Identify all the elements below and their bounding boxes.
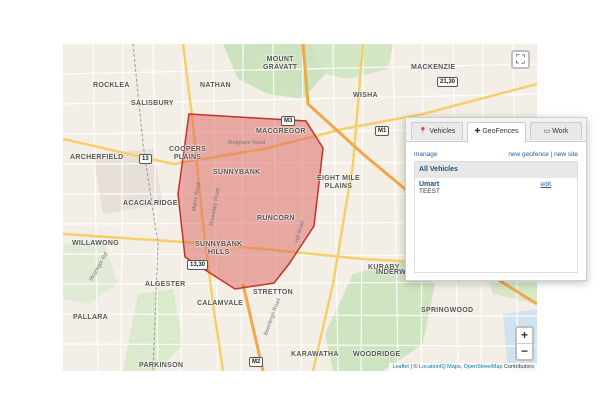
zoom-out-button[interactable]: − bbox=[517, 343, 532, 359]
fullscreen-button[interactable]: ⛶ bbox=[511, 50, 530, 69]
vehicle-list: All Vehicles Umart TEEST edit bbox=[414, 161, 578, 273]
label-rocklea: ROCKLEA bbox=[93, 82, 130, 89]
leaflet-link[interactable]: Leaflet bbox=[392, 364, 409, 370]
label-coopers-plains: COOPERS PLAINS bbox=[169, 146, 207, 161]
shield-m2: M2 bbox=[249, 357, 264, 367]
label-nathan: NATHAN bbox=[200, 82, 231, 89]
panel-tabs: 📍 Vehicles ✚ GeoFences ▭ Work bbox=[406, 118, 586, 142]
label-eight-mile-plains: EIGHT MILE PLAINS bbox=[317, 175, 361, 190]
label-mackenzie: MACKENZIE bbox=[411, 64, 456, 71]
move-icon: ✚ bbox=[474, 128, 481, 135]
label-stretton: STRETTON bbox=[253, 289, 293, 296]
fullscreen-icon: ⛶ bbox=[516, 52, 525, 66]
manage-link[interactable]: manage bbox=[414, 151, 438, 158]
shield-m3: M3 bbox=[281, 116, 296, 126]
label-acacia-ridge: ACACIA RIDGE bbox=[123, 200, 178, 207]
label-willawong: WILLAWONG bbox=[72, 240, 120, 247]
new-site-link[interactable]: new site bbox=[554, 151, 578, 158]
label-springwood: SPRINGWOOD bbox=[421, 307, 474, 314]
tab-vehicles[interactable]: 📍 Vehicles bbox=[411, 122, 463, 140]
locationiq-link[interactable]: LocationIQ Maps bbox=[419, 364, 461, 370]
tab-geofences[interactable]: ✚ GeoFences bbox=[467, 122, 526, 142]
tab-vehicles-label: Vehicles bbox=[429, 128, 456, 135]
edit-link[interactable]: edit bbox=[541, 181, 551, 188]
label-pallara: PALLARA bbox=[73, 314, 109, 321]
label-archerfield: ARCHERFIELD bbox=[70, 154, 124, 161]
shield-m1: M1 bbox=[375, 126, 390, 136]
map-pin-icon: 📍 bbox=[418, 128, 428, 135]
geofence-panel: 📍 Vehicles ✚ GeoFences ▭ Work manage new ge… bbox=[405, 117, 587, 281]
shield-13-30: 13,30 bbox=[187, 260, 209, 270]
label-macgregor: MACGREGOR bbox=[256, 128, 306, 135]
osm-link[interactable]: OpenStreetMap bbox=[464, 364, 503, 370]
label-algester: ALGESTER bbox=[145, 281, 186, 288]
list-item[interactable]: Umart TEEST edit bbox=[415, 178, 577, 198]
zoom-control: + − bbox=[515, 326, 534, 361]
label-woodridge: WOODRIDGE bbox=[353, 351, 401, 358]
label-salisbury: SALISBURY bbox=[131, 100, 174, 107]
attrib-sep: | © bbox=[408, 364, 420, 370]
label-calamvale: CALAMVALE bbox=[197, 300, 244, 307]
attrib-contributors: Contributors bbox=[502, 364, 534, 370]
monitor-icon: ▭ bbox=[543, 128, 551, 135]
road-label-mulgrave: Mulgrave Road bbox=[228, 140, 266, 146]
link-separator: | bbox=[550, 151, 553, 158]
list-header[interactable]: All Vehicles bbox=[415, 162, 577, 178]
label-karawatha: KARAWATHA bbox=[291, 351, 339, 358]
tab-geofences-label: GeoFences bbox=[482, 128, 519, 135]
tab-work-label: Work bbox=[552, 128, 569, 135]
label-runcorn: RUNCORN bbox=[257, 215, 295, 222]
label-parkinson: PARKINSON bbox=[139, 362, 184, 369]
label-sunnybank-hills: SUNNYBANK HILLS bbox=[195, 241, 243, 256]
label-sunnybank: SUNNYBANK bbox=[213, 169, 261, 176]
item-subtitle: TEEST bbox=[419, 188, 440, 195]
label-wisha: WISHA bbox=[353, 92, 378, 99]
shield-13: 13 bbox=[139, 154, 152, 164]
map-attribution: Leaflet | © LocationIQ Maps, OpenStreetM… bbox=[389, 363, 537, 371]
label-mount-gravatt: MOUNT GRAVATT bbox=[263, 56, 298, 71]
new-geofence-link[interactable]: new geofence bbox=[508, 151, 548, 158]
tab-work[interactable]: ▭ Work bbox=[530, 122, 582, 140]
zoom-in-button[interactable]: + bbox=[517, 328, 532, 343]
shield-21-30: 21,30 bbox=[437, 77, 459, 87]
